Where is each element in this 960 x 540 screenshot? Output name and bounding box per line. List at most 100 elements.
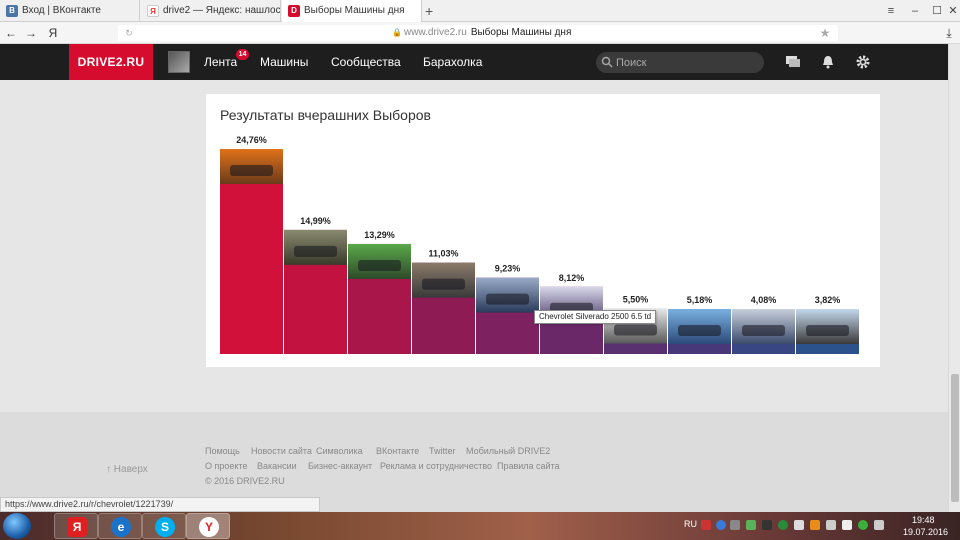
car-silhouette-10: [806, 325, 849, 336]
car-silhouette-7: [614, 324, 657, 336]
footer-link-twitter[interactable]: Twitter: [429, 446, 456, 456]
yandex-home-icon[interactable]: Я: [44, 22, 62, 44]
page-scrollbar[interactable]: [948, 44, 960, 512]
volume-icon[interactable]: [842, 520, 852, 530]
bar-label-9: 4,08%: [751, 295, 777, 305]
taskbar-yandex[interactable]: Я: [54, 513, 98, 539]
ie-icon: e: [111, 517, 131, 537]
footer-copyright: © 2016 DRIVE2.RU: [205, 476, 285, 486]
bar-label-1: 24,76%: [236, 135, 267, 145]
drive2-icon: D: [288, 5, 300, 17]
tray-green-icon[interactable]: [858, 520, 868, 530]
bar-label-6: 8,12%: [559, 273, 585, 283]
url-host: www.drive2.ru: [404, 27, 467, 38]
yandex-app-icon: Я: [67, 517, 87, 537]
bar-label-2: 14,99%: [300, 216, 331, 226]
results-chart: 24,76% 14,99% 13,29% 11,03% 9,23% 8,12% 5,50% 5…: [220, 135, 859, 354]
tab-label: drive2 — Яндекс: нашлось: [163, 5, 281, 16]
footer-link-about[interactable]: О проекте: [205, 461, 247, 471]
tab-label: Вход | ВКонтакте: [22, 5, 101, 16]
clock-date[interactable]: 19.07.2016: [903, 527, 948, 537]
close-icon[interactable]: ✕: [942, 0, 960, 22]
network-icon[interactable]: [826, 520, 836, 530]
tab-label: Выборы Машины дня: [304, 5, 405, 16]
tray-flag-small-icon[interactable]: [794, 520, 804, 530]
help-icon[interactable]: [716, 520, 726, 530]
car-tooltip: Chevrolet Silverado 2500 6.5 td: [534, 310, 657, 324]
lock-icon: 🔒: [392, 28, 402, 37]
footer-link-news[interactable]: Новости сайта: [251, 446, 312, 456]
results-card: Результаты вчерашних Выборов 24,76% 14,99…: [206, 94, 880, 367]
car-silhouette-1: [230, 165, 273, 176]
bar-label-10: 3,82%: [815, 295, 841, 305]
url-text: www.drive2.ru Выборы Машины дня: [404, 22, 571, 44]
back-icon[interactable]: ←: [2, 22, 20, 44]
tray-flag-icon[interactable]: [701, 520, 711, 530]
footer-link-business[interactable]: Бизнес-аккаунт: [308, 461, 372, 471]
tray-update-icon[interactable]: [810, 520, 820, 530]
nav-feed[interactable]: Лента: [204, 44, 237, 80]
status-bar-url: https://www.drive2.ru/r/chevrolet/122173…: [0, 497, 320, 512]
arrow-up-icon: ↑: [106, 464, 114, 475]
tab-drive2[interactable]: D Выборы Машины дня: [282, 0, 422, 22]
footer-link-rules[interactable]: Правила сайта: [497, 461, 560, 471]
search-box: [596, 52, 764, 73]
search-icon: [601, 56, 613, 68]
car-silhouette-2: [294, 245, 337, 257]
gear-icon[interactable]: [855, 54, 871, 70]
minimize-icon[interactable]: –: [904, 0, 926, 22]
forward-icon[interactable]: →: [22, 22, 40, 44]
scrollbar-thumb[interactable]: [951, 374, 959, 502]
download-icon[interactable]: ⤓: [940, 22, 958, 44]
tab-yandex[interactable]: Я drive2 — Яндекс: нашлось: [141, 0, 281, 22]
taskbar-ie[interactable]: e: [98, 513, 142, 539]
bar-label-5: 9,23%: [495, 264, 521, 274]
bar-label-4: 11,03%: [428, 249, 458, 259]
site-header: DRIVE2.RU Лента 14 Машины Сообщества Бар…: [0, 44, 948, 80]
back-to-top-label: Наверх: [113, 464, 148, 475]
tray-app-icon[interactable]: [746, 520, 756, 530]
keyboard-icon[interactable]: [730, 520, 740, 530]
language-indicator[interactable]: RU: [684, 519, 697, 529]
clock-time[interactable]: 19:48: [912, 515, 935, 525]
footer-link-symbols[interactable]: Символика: [316, 446, 363, 456]
tray-status-icon[interactable]: [778, 520, 788, 530]
browser-tab-bar: B Вход | ВКонтакте Я drive2 — Яндекс: на…: [0, 0, 960, 22]
bell-icon[interactable]: [820, 54, 836, 70]
tray-battery-icon[interactable]: [874, 520, 884, 530]
vk-icon: B: [6, 5, 18, 17]
search-input[interactable]: [616, 52, 756, 73]
feed-count-badge: 14: [236, 49, 249, 60]
car-silhouette-8: [678, 325, 721, 336]
site-logo[interactable]: DRIVE2.RU: [69, 44, 153, 80]
footer-link-ads[interactable]: Реклама и сотрудничество: [380, 461, 492, 471]
tray-utility-icon[interactable]: [762, 520, 772, 530]
bar-label-3: 13,29%: [364, 230, 395, 240]
car-silhouette-5: [486, 293, 529, 305]
menu-icon[interactable]: ≡: [880, 0, 902, 22]
messages-icon[interactable]: [785, 54, 801, 70]
car-silhouette-9: [742, 325, 785, 336]
url-page-title: Выборы Машины дня: [470, 27, 572, 38]
skype-icon: S: [155, 517, 175, 537]
taskbar-yandex-browser[interactable]: Y: [186, 513, 230, 539]
car-silhouette-4: [422, 278, 465, 290]
bookmark-star-icon[interactable]: ★: [816, 22, 834, 44]
yandex-icon: Я: [147, 5, 159, 17]
bar-label-7: 5,50%: [623, 294, 649, 304]
new-tab-button[interactable]: +: [425, 0, 433, 22]
tab-vk[interactable]: B Вход | ВКонтакте: [0, 0, 140, 22]
nav-communities[interactable]: Сообщества: [331, 44, 401, 80]
footer-link-jobs[interactable]: Вакансии: [257, 461, 297, 471]
reload-icon[interactable]: ↻: [120, 22, 138, 44]
taskbar-skype[interactable]: S: [142, 513, 186, 539]
back-to-top-link[interactable]: ↑ Наверх: [106, 464, 148, 475]
footer-link-vk[interactable]: ВКонтакте: [376, 446, 419, 456]
nav-market[interactable]: Барахолка: [423, 44, 482, 80]
footer-link-help[interactable]: Помощь: [205, 446, 240, 456]
start-button[interactable]: [3, 513, 31, 539]
avatar[interactable]: [168, 51, 190, 73]
nav-cars[interactable]: Машины: [260, 44, 308, 80]
bar-label-8: 5,18%: [687, 295, 713, 305]
footer-link-mobile[interactable]: Мобильный DRIVE2: [466, 446, 550, 456]
